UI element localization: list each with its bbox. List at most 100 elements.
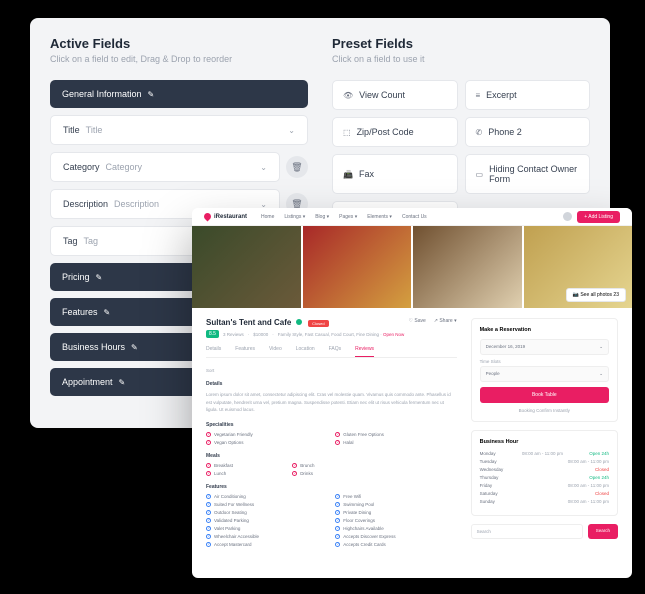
tab-features[interactable]: Features [235,346,255,357]
nav-elements[interactable]: Elements ▾ [367,214,392,220]
price-range: $10000 [253,332,268,337]
tab-video[interactable]: Video [269,346,282,357]
share-button[interactable]: ↗ Share ▾ [434,318,457,324]
feature-item: Floor Coverings [335,518,456,523]
field-category[interactable]: Category Category ⌄ [50,152,280,182]
nav-contact[interactable]: Contact Us [402,214,427,220]
hour-row: SaturdayClosed [480,491,609,496]
feature-item: Wheelchair Accessible [206,534,327,539]
feature-item: Validated Parking [206,518,327,523]
time-slots-label: Time Slots [480,359,609,364]
hour-row: Sunday08:00 am - 11:00 pm [480,499,609,504]
check-icon [335,526,340,531]
check-icon [335,432,340,437]
hero-gallery: 📷 See all photos 23 [192,226,632,308]
feature-item: Swimming Pool [335,502,456,507]
eye-icon: 👁 [343,91,353,100]
preset-view-count[interactable]: 👁View Count [332,80,458,110]
pencil-icon: ✎ [131,343,138,352]
meal-item: Lunch [206,471,284,476]
check-icon [206,542,211,547]
check-icon [206,518,211,523]
search-input[interactable]: Search [471,524,583,539]
reservation-title: Make a Reservation [480,327,609,333]
check-icon [206,471,211,476]
meals-heading: Meals [206,453,457,459]
top-nav: iRestaurant Home Listings ▾ Blog ▾ Pages… [192,208,632,226]
tab-faqs[interactable]: FAQs [329,346,342,357]
hour-row: Monday08:00 am - 11:00 pmOpen 24h [480,451,609,456]
check-icon [206,510,211,515]
tab-reviews[interactable]: Reviews [355,346,374,357]
nav-pages[interactable]: Pages ▾ [339,214,357,220]
preset-fax[interactable]: 📠Fax [332,154,458,194]
hour-row: Friday08:00 am - 11:00 pm [480,483,609,488]
tab-location[interactable]: Location [296,346,315,357]
check-icon [206,502,211,507]
chevron-down-icon: ⌄ [599,344,603,350]
preset-phone2[interactable]: ✆Phone 2 [465,117,591,147]
feature-item: Free Wifi [335,494,456,499]
feature-item: Private Dining [335,510,456,515]
feature-item: Accepts Discover Express [335,534,456,539]
delete-button[interactable]: 🗑 [286,156,308,178]
preset-zip[interactable]: ⬚Zip/Post Code [332,117,458,147]
logo[interactable]: iRestaurant [204,213,247,220]
section-general-info[interactable]: General Information ✎ [50,80,308,108]
specialities-heading: Specialities [206,422,457,428]
rating-badge: 8.5 [206,330,219,338]
feature-item: Accept Mastercard [206,542,327,547]
hero-image-3[interactable] [413,226,522,308]
nav-blog[interactable]: Blog ▾ [315,214,329,220]
check-icon [206,526,211,531]
date-select[interactable]: December 16, 2019⌄ [480,339,609,355]
hero-image-2[interactable] [303,226,412,308]
booking-confirm-link[interactable]: Booking Confirm Instantly [480,408,609,413]
preset-fields-title: Preset Fields [332,36,590,51]
active-fields-subtitle: Click on a field to edit, Drag & Drop to… [50,54,308,64]
features-heading: Features [206,484,457,490]
add-listing-button[interactable]: + Add Listing [577,211,620,223]
nav-home[interactable]: Home [261,214,274,220]
save-button[interactable]: ♡ Save [408,318,425,324]
sort-dropdown[interactable]: Sort [206,368,214,373]
nav-listings[interactable]: Listings ▾ [284,214,305,220]
see-all-photos-button[interactable]: 📷 See all photos 23 [566,288,626,302]
pencil-icon: ✎ [119,378,126,387]
feature-item: Outdoor Seating [206,510,327,515]
hour-row: WednesdayClosed [480,467,609,472]
preset-contact-form[interactable]: ▭Hiding Contact Owner Form [465,154,591,194]
hero-image-1[interactable] [192,226,301,308]
check-icon [206,534,211,539]
description-text: Lorem ipsum dolor sit amet, consectetur … [206,391,457,414]
preset-excerpt[interactable]: ≡Excerpt [465,80,591,110]
book-table-button[interactable]: Book Table [480,387,609,403]
feature-item: Valet Parking [206,526,327,531]
meal-item: Brunch [292,463,370,468]
zip-icon: ⬚ [343,128,351,137]
preset-fields-subtitle: Click on a field to use it [332,54,590,64]
details-heading: Details [206,381,457,387]
avatar[interactable] [563,212,572,221]
tab-details[interactable]: Details [206,346,221,357]
reviews-count[interactable]: 3 Reviews [223,332,244,337]
check-icon [335,518,340,523]
meal-item: Drinks [292,471,370,476]
check-icon [335,534,340,539]
feature-item: Air Conditioning [206,494,327,499]
people-select[interactable]: People⌄ [480,366,609,382]
categories-list: Family Style, Fast Casual, Food Court, F… [278,332,405,337]
listing-main: Sultan's Tent and Cafe Closed 8.5 3 Revi… [206,318,457,547]
feature-item: Accepts Credit Cards [335,542,456,547]
pin-icon [203,212,213,222]
search-button[interactable]: Search [588,524,618,539]
check-icon [206,494,211,499]
field-title[interactable]: Title Title ⌄ [50,115,308,145]
listing-title: Sultan's Tent and Cafe [206,318,291,327]
feature-item: Suited For Wellness [206,502,327,507]
check-icon [335,440,340,445]
form-icon: ▭ [476,170,484,179]
pencil-icon: ✎ [96,273,103,282]
active-fields-title: Active Fields [50,36,308,51]
check-icon [206,432,211,437]
